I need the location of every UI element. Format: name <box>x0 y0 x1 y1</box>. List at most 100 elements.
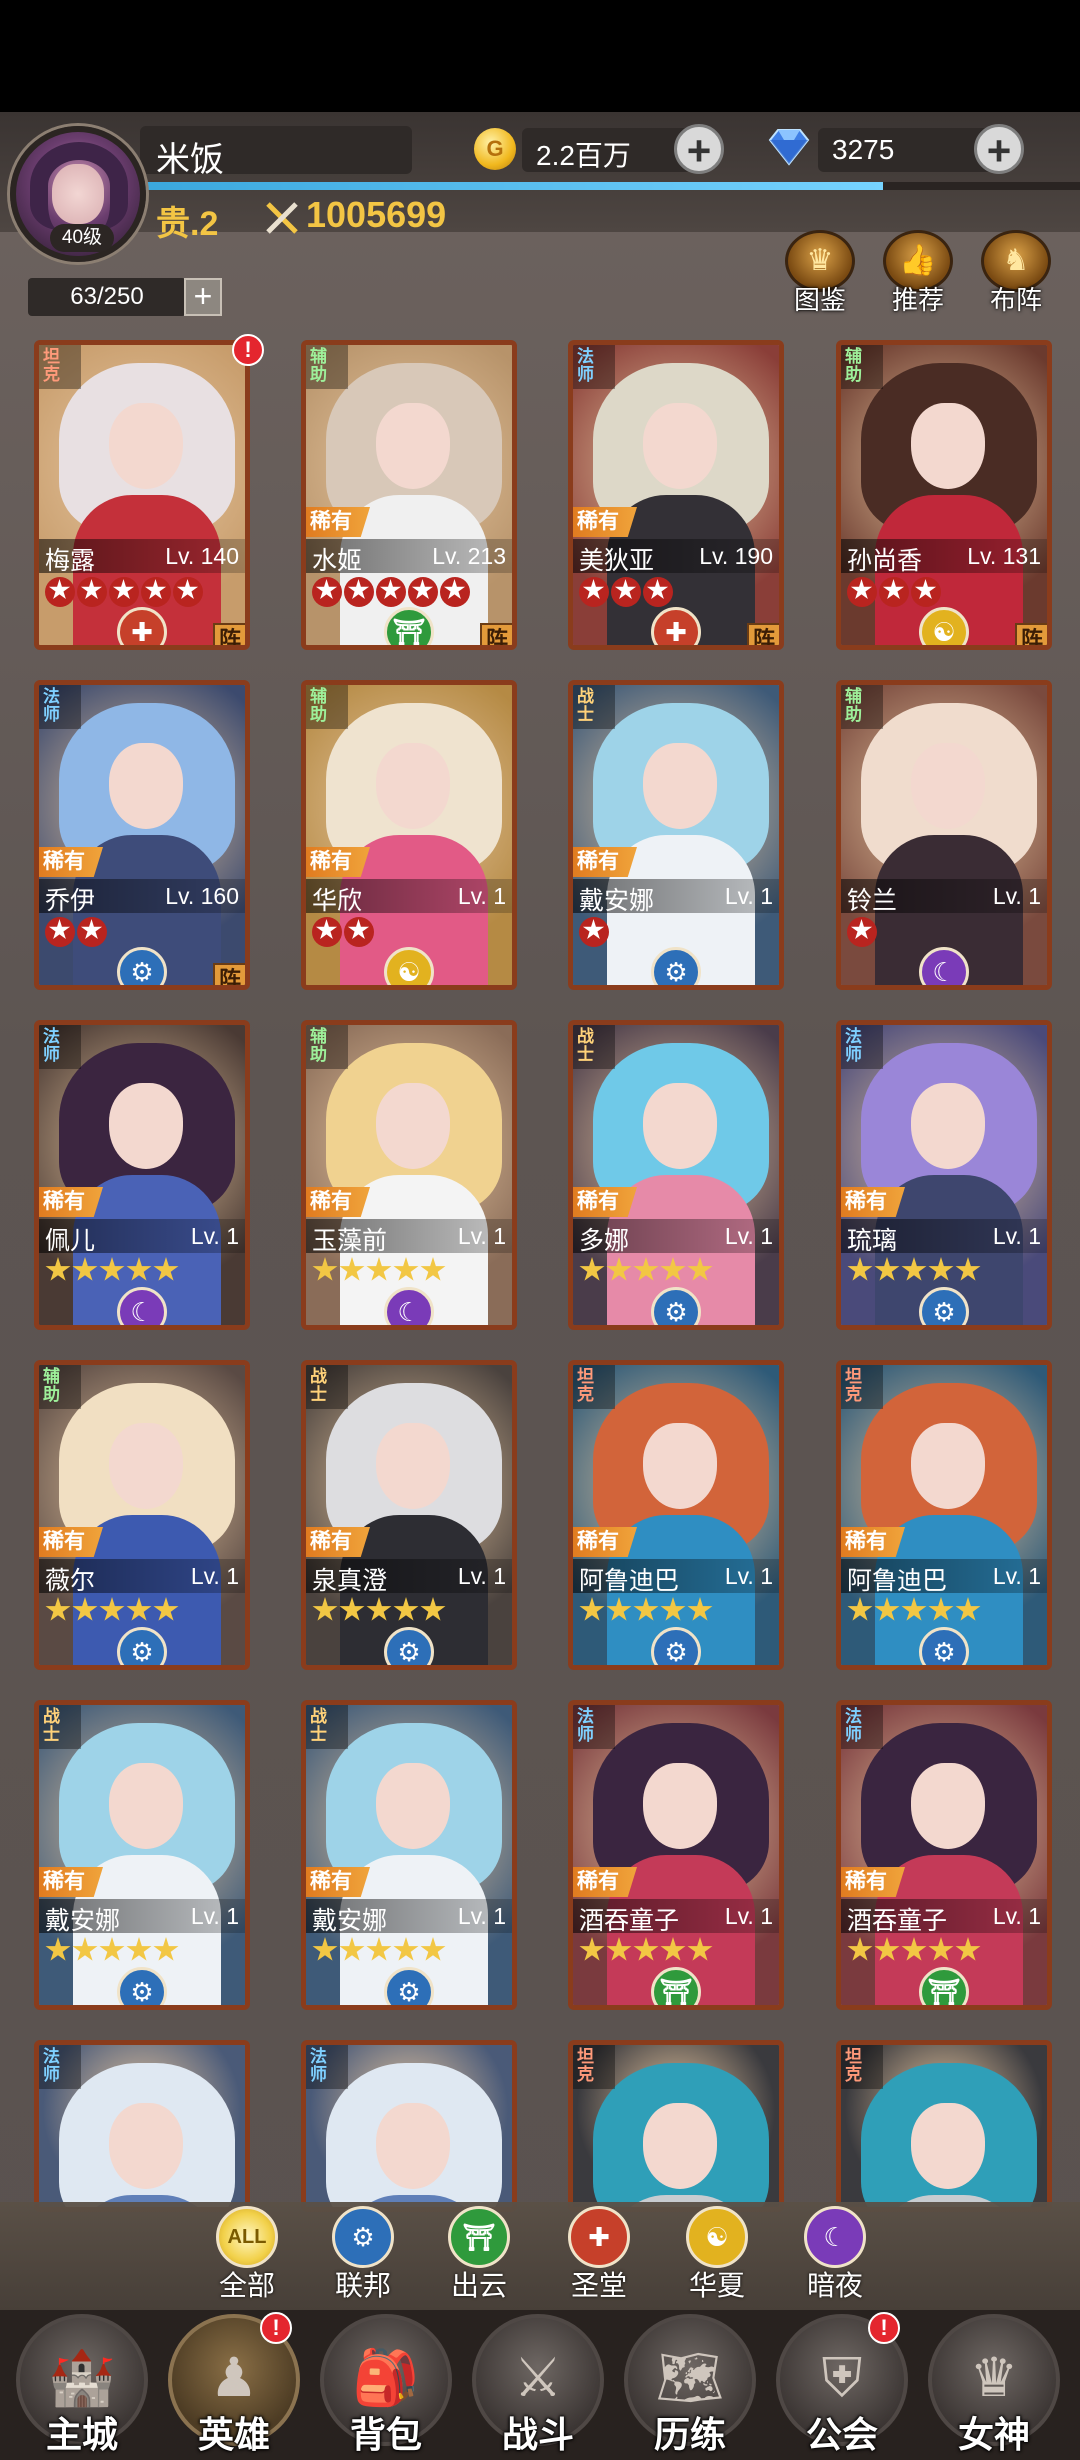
hero-card[interactable]: 坦克 稀有 阿鲁迪巴 Lv. 1 ⚙ <box>836 1360 1052 1670</box>
rarity-tag: 稀有 <box>841 1867 905 1897</box>
star-icon <box>579 1597 605 1621</box>
formation-button[interactable]: ♞ 布阵 <box>976 230 1056 322</box>
hero-screen: 40级 米饭 G 2.2百万 + 3275 + 贵.2 1005699 63/2… <box>0 112 1080 2460</box>
star-icon <box>955 1257 981 1281</box>
faction-filter-moon[interactable]: ☾ 暗夜 <box>792 2206 878 2306</box>
hero-name: 佩儿 <box>45 1227 96 1255</box>
hero-card[interactable]: 法师 稀有 美狄亚 Lv. 190 ✚ 阵 <box>568 340 784 650</box>
hero-face <box>376 1423 450 1509</box>
hero-card[interactable]: 辅助 稀有 薇尔 Lv. 1 ⚙ <box>34 1360 250 1670</box>
faction-filter-cloud-swirl[interactable]: ☯ 华夏 <box>674 2206 760 2306</box>
rarity-tag: 稀有 <box>573 1867 637 1897</box>
nav-backpack[interactable]: 🎒 背包 <box>316 2314 456 2460</box>
star-icon <box>420 1937 446 1961</box>
hero-card[interactable]: 战士 稀有 戴安娜 Lv. 1 ⚙ <box>34 1700 250 2010</box>
hero-card[interactable]: 坦克 稀有 阿鲁迪巴 Lv. 1 ⚙ <box>568 1360 784 1670</box>
star-icon <box>393 1597 419 1621</box>
faction-filter-all[interactable]: ALL 全部 <box>204 2206 290 2306</box>
star-icon <box>847 1257 873 1281</box>
hero-role-tag: 坦克 <box>841 1365 883 1409</box>
faction-icon: ⛩ <box>651 1967 701 2005</box>
star-icon <box>928 1937 954 1961</box>
rarity-tag: 稀有 <box>573 507 637 537</box>
hero-role-tag: 辅助 <box>841 345 883 389</box>
hero-card[interactable]: 坦克 <box>836 2040 1052 2212</box>
star-icon <box>633 1597 659 1621</box>
hero-card[interactable]: 法师 稀有 琉璃 Lv. 1 ⚙ <box>836 1020 1052 1330</box>
recommend-button[interactable]: 👍 推荐 <box>878 230 958 322</box>
hero-card[interactable]: 辅助 稀有 华欣 Lv. 1 ☯ <box>301 680 517 990</box>
nav-goddess[interactable]: ♛ 女神 <box>924 2314 1064 2460</box>
hero-stars <box>579 1257 714 1285</box>
star-icon <box>312 1257 338 1281</box>
nav-hero-hood[interactable]: ♟ 英雄! <box>164 2312 304 2460</box>
nav-guild-shield[interactable]: ⛨ 公会! <box>772 2312 912 2460</box>
hero-card[interactable]: 战士 稀有 戴安娜 Lv. 1 ⚙ <box>568 680 784 990</box>
hero-card[interactable]: 辅助 铃兰 Lv. 1 ☾ <box>836 680 1052 990</box>
hero-card[interactable]: 坦克 梅露 Lv. 140 ✚ 阵 <box>34 340 250 650</box>
hero-level: Lv. 1 <box>992 883 1041 909</box>
holy-cross-icon: ✚ <box>568 2206 630 2268</box>
hero-info-bar: 阿鲁迪巴 Lv. 1 <box>841 1559 1047 1595</box>
hero-card[interactable]: 战士 稀有 多娜 Lv. 1 ⚙ <box>568 1020 784 1330</box>
hero-card[interactable]: 法师 <box>34 2040 250 2212</box>
hero-name: 戴安娜 <box>45 1907 121 1935</box>
hero-stars <box>847 1937 982 1965</box>
hero-card[interactable]: 坦克 <box>568 2040 784 2212</box>
hero-info-bar: 水姬 Lv. 213 <box>306 539 512 575</box>
star-icon <box>109 577 139 607</box>
hero-card[interactable]: 战士 稀有 泉真澄 Lv. 1 ⚙ <box>301 1360 517 1670</box>
hero-card[interactable]: 法师 稀有 酒吞童子 Lv. 1 ⛩ <box>836 1700 1052 2010</box>
hero-name: 琉璃 <box>847 1227 898 1255</box>
add-gold-button[interactable]: + <box>674 124 724 174</box>
star-icon <box>366 1597 392 1621</box>
hero-face <box>109 743 183 829</box>
hero-card[interactable]: 辅助 稀有 玉藻前 Lv. 1 ☾ <box>301 1020 517 1330</box>
hero-face <box>376 743 450 829</box>
hero-role-tag: 法师 <box>573 1705 615 1749</box>
hero-role-tag: 法师 <box>39 685 81 729</box>
nav-castle[interactable]: 🏰 主城 <box>12 2314 152 2460</box>
add-gems-button[interactable]: + <box>974 124 1024 174</box>
expand-hero-slots-button[interactable]: + <box>184 278 222 316</box>
star-icon <box>99 1257 125 1281</box>
hero-stars <box>312 1597 447 1625</box>
hero-info-bar: 美狄亚 Lv. 190 <box>573 539 779 575</box>
faction-icon: ☾ <box>117 1287 167 1325</box>
hero-card[interactable]: 战士 稀有 戴安娜 Lv. 1 ⚙ <box>301 1700 517 2010</box>
star-icon <box>45 1597 71 1621</box>
vip-level[interactable]: 贵.2 <box>156 196 218 245</box>
faction-filter-holy-cross[interactable]: ✚ 圣堂 <box>556 2206 642 2306</box>
star-icon <box>633 1257 659 1281</box>
hero-card[interactable]: 辅助 稀有 水姬 Lv. 213 ⛩ 阵 <box>301 340 517 650</box>
star-icon <box>420 1257 446 1281</box>
hero-info-bar: 酒吞童子 Lv. 1 <box>841 1899 1047 1935</box>
hero-card[interactable]: 法师 稀有 酒吞童子 Lv. 1 ⛩ <box>568 1700 784 2010</box>
hero-stars <box>312 577 472 607</box>
star-icon <box>312 1937 338 1961</box>
hero-card[interactable]: 法师 稀有 乔伊 Lv. 160 ⚙ 阵 <box>34 680 250 990</box>
faction-filter-torii[interactable]: ⛩ 出云 <box>436 2206 522 2306</box>
hero-codex-button[interactable]: ♛ 图鉴 <box>780 230 860 322</box>
hero-info-bar: 孙尚香 Lv. 131 <box>841 539 1047 575</box>
faction-filter-gear[interactable]: ⚙ 联邦 <box>320 2206 406 2306</box>
torii-icon: ⛩ <box>448 2206 510 2268</box>
hero-face <box>643 1423 717 1509</box>
hero-level: Lv. 160 <box>165 883 239 909</box>
faction-icon: ⚙ <box>384 1627 434 1665</box>
faction-icon: ☯ <box>384 947 434 985</box>
hero-card[interactable]: 法师 稀有 佩儿 Lv. 1 ☾ <box>34 1020 250 1330</box>
player-avatar[interactable]: 40级 <box>10 126 146 262</box>
nav-map[interactable]: 🗺 历练 <box>620 2314 760 2460</box>
hero-role-tag: 战士 <box>306 1365 348 1409</box>
hero-card[interactable]: 辅助 孙尚香 Lv. 131 ☯ 阵 <box>836 340 1052 650</box>
star-icon <box>153 1257 179 1281</box>
star-icon <box>339 1597 365 1621</box>
star-icon <box>45 917 75 947</box>
nav-crossed-swords[interactable]: ⚔ 战斗 <box>468 2314 608 2460</box>
hero-name: 戴安娜 <box>312 1907 388 1935</box>
hero-codex-label: 图鉴 <box>793 285 846 315</box>
hero-card[interactable]: 法师 <box>301 2040 517 2212</box>
crossed-swords-power-icon <box>266 202 298 234</box>
rarity-tag: 稀有 <box>306 1527 370 1557</box>
